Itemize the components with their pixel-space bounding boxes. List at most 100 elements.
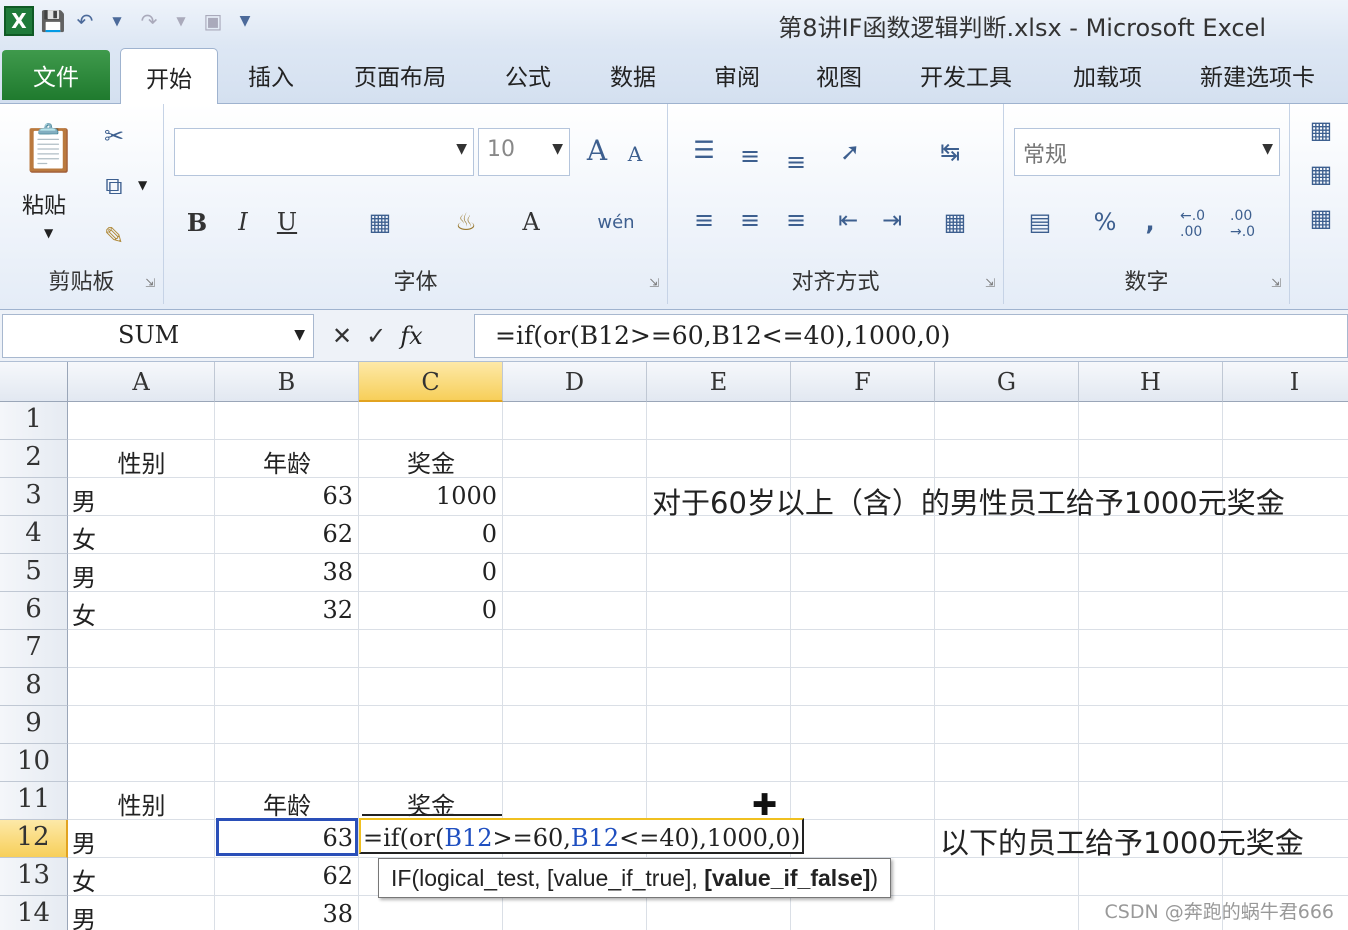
row-header-12[interactable]: 12 [0, 820, 68, 858]
cell-a2[interactable]: 性别 [68, 440, 215, 478]
currency-icon[interactable]: ▤ [1018, 202, 1062, 242]
comma-button[interactable]: , [1136, 202, 1164, 242]
cell-c6[interactable]: 0 [359, 592, 503, 630]
shrink-font-icon[interactable]: A [620, 136, 650, 172]
font-color-icon[interactable]: A [514, 202, 548, 242]
column-header-d[interactable]: D [503, 362, 647, 402]
paste-dropdown-icon[interactable]: ▼ [44, 226, 53, 240]
row-header-8[interactable]: 8 [0, 668, 68, 706]
column-header-g[interactable]: G [935, 362, 1079, 402]
paste-icon[interactable]: 📋 [18, 112, 80, 184]
font-name-combo[interactable]: ▼ [174, 128, 474, 176]
excel-logo-icon[interactable]: X [4, 6, 34, 36]
cell-b2[interactable]: 年龄 [215, 440, 359, 478]
column-header-e[interactable]: E [647, 362, 791, 402]
tab-addins[interactable]: 加载项 [1073, 58, 1142, 92]
function-tooltip[interactable]: IF(logical_test, [value_if_true], [value… [378, 858, 892, 898]
row-header-6[interactable]: 6 [0, 592, 68, 630]
row-header-4[interactable]: 4 [0, 516, 68, 554]
row-header-3[interactable]: 3 [0, 478, 68, 516]
cell-a12[interactable]: 男 [68, 820, 215, 858]
decrease-indent-icon[interactable]: ⇤ [830, 202, 866, 238]
cell-a11[interactable]: 性别 [68, 782, 215, 820]
save-icon[interactable]: 💾 [40, 6, 66, 36]
tab-page-layout[interactable]: 页面布局 [354, 58, 446, 92]
increase-decimal-button[interactable]: ←.0 .00 [1180, 204, 1224, 244]
fill-color-icon[interactable]: ♨ [446, 202, 486, 242]
orientation-icon[interactable]: ➚ [830, 134, 870, 170]
cut-icon[interactable]: ✂ [96, 118, 132, 154]
undo-icon[interactable]: ↶ [72, 6, 98, 36]
clipboard-launcher-icon[interactable]: ⇲ [145, 276, 155, 290]
row-header-2[interactable]: 2 [0, 440, 68, 478]
align-right-icon[interactable]: ≡ [778, 202, 814, 238]
wrap-text-icon[interactable]: ↹ [930, 132, 970, 172]
tab-file[interactable]: 文件 [2, 50, 110, 100]
row-header-9[interactable]: 9 [0, 706, 68, 744]
underline-button[interactable]: U [272, 202, 302, 242]
percent-button[interactable]: % [1088, 202, 1122, 242]
column-header-b[interactable]: B [215, 362, 359, 402]
row-header-7[interactable]: 7 [0, 630, 68, 668]
cell-c4[interactable]: 0 [359, 516, 503, 554]
cell-b13[interactable]: 62 [215, 858, 359, 896]
redo-dropdown-icon[interactable]: ▼ [168, 6, 194, 36]
number-launcher-icon[interactable]: ⇲ [1271, 276, 1281, 290]
tab-review[interactable]: 审阅 [714, 58, 760, 92]
cell-a13[interactable]: 女 [68, 858, 215, 896]
row-header-10[interactable]: 10 [0, 744, 68, 782]
cell-c3[interactable]: 1000 [359, 478, 503, 516]
grow-font-icon[interactable]: A [580, 130, 614, 170]
italic-button[interactable]: I [228, 202, 258, 242]
number-format-combo[interactable]: 常规 ▼ [1014, 128, 1280, 176]
bold-button[interactable]: B [182, 202, 212, 242]
format-table-icon[interactable]: ▦ [1304, 156, 1338, 192]
print-preview-icon[interactable]: ▣ [200, 6, 226, 36]
tab-formulas[interactable]: 公式 [505, 58, 551, 92]
cell-c5[interactable]: 0 [359, 554, 503, 592]
font-launcher-icon[interactable]: ⇲ [649, 276, 659, 290]
align-center-icon[interactable]: ≡ [732, 202, 768, 238]
decrease-decimal-button[interactable]: .00 →.0 [1230, 204, 1274, 244]
redo-icon[interactable]: ↷ [136, 6, 162, 36]
column-header-i[interactable]: I [1223, 362, 1348, 402]
column-header-c[interactable]: C [359, 362, 503, 402]
select-all-corner[interactable] [0, 362, 68, 402]
cancel-icon[interactable]: ✕ [332, 322, 352, 350]
cell-a6[interactable]: 女 [68, 592, 215, 630]
row-header-13[interactable]: 13 [0, 858, 68, 896]
cell-b6[interactable]: 32 [215, 592, 359, 630]
editing-cell-c12[interactable]: =if(or(B12>=60,B12<=40),1000,0) [359, 818, 805, 854]
font-size-combo[interactable]: 10 ▼ [478, 128, 570, 176]
phonetic-icon[interactable]: wén [594, 202, 638, 242]
formula-input[interactable]: =if(or(B12>=60,B12<=40),1000,0) [474, 314, 1348, 358]
row-header-11[interactable]: 11 [0, 782, 68, 820]
tab-new[interactable]: 新建选项卡 [1200, 58, 1315, 92]
cell-a4[interactable]: 女 [68, 516, 215, 554]
column-header-a[interactable]: A [68, 362, 215, 402]
tab-developer[interactable]: 开发工具 [920, 58, 1012, 92]
cell-c2[interactable]: 奖金 [359, 440, 503, 478]
cell-b5[interactable]: 38 [215, 554, 359, 592]
merge-center-icon[interactable]: ▦ [930, 202, 980, 242]
align-bottom-icon[interactable]: ≡ [778, 144, 814, 180]
column-header-f[interactable]: F [791, 362, 935, 402]
copy-dropdown-icon[interactable]: ▼ [138, 178, 147, 192]
conditional-format-icon[interactable]: ▦ [1304, 112, 1338, 148]
align-left-icon[interactable]: ≡ [686, 202, 722, 238]
cell-b14[interactable]: 38 [215, 896, 359, 930]
row-header-1[interactable]: 1 [0, 402, 68, 440]
undo-dropdown-icon[interactable]: ▼ [104, 6, 130, 36]
alignment-launcher-icon[interactable]: ⇲ [985, 276, 995, 290]
align-middle-icon[interactable]: ≡ [732, 138, 768, 174]
cell-a14[interactable]: 男 [68, 896, 215, 930]
name-box[interactable]: SUM ▼ [2, 314, 314, 358]
paste-label[interactable]: 粘贴 [22, 188, 66, 220]
customize-icon[interactable]: ▼ [232, 6, 258, 36]
tab-insert[interactable]: 插入 [248, 58, 294, 92]
increase-indent-icon[interactable]: ⇥ [874, 202, 910, 238]
tab-data[interactable]: 数据 [610, 58, 656, 92]
cell-b11[interactable]: 年龄 [215, 782, 359, 820]
column-header-h[interactable]: H [1079, 362, 1223, 402]
cell-a3[interactable]: 男 [68, 478, 215, 516]
